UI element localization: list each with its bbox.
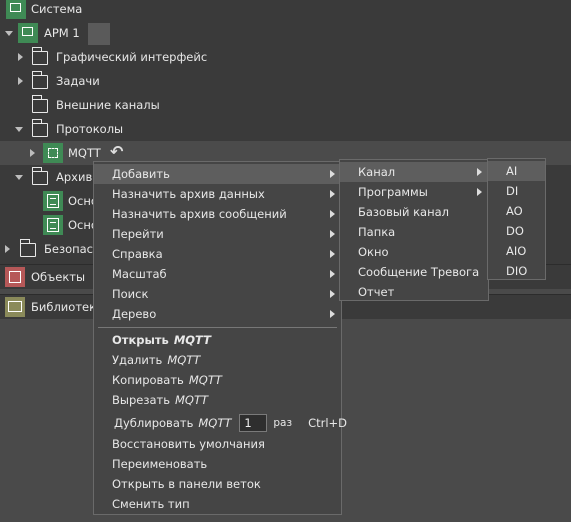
- mqtt-icon: [43, 143, 63, 163]
- duplicate-shortcut: Ctrl+D: [308, 416, 348, 430]
- channel-item-dio[interactable]: DIO: [488, 261, 545, 281]
- tree-label: Графический интерфейс: [56, 50, 208, 64]
- workstation-icon: [18, 23, 38, 43]
- submenu-arrow-icon: [477, 168, 482, 176]
- submenu-item-programs[interactable]: Программы: [340, 182, 488, 202]
- archive-icon: [43, 215, 63, 235]
- menu-item-copy[interactable]: Копировать MQTT: [94, 370, 341, 390]
- submenu-item-window[interactable]: Окно: [340, 242, 488, 262]
- load-arrow-icon[interactable]: [88, 23, 110, 45]
- expand-arrow-icon[interactable]: [5, 31, 13, 36]
- collapse-arrow-icon[interactable]: [18, 77, 23, 85]
- menu-item-assign-data-archive[interactable]: Назначить архив данных: [94, 184, 341, 204]
- folder-icon: [31, 167, 48, 185]
- submenu-arrow-icon: [330, 170, 335, 178]
- menu-item-open-in-branch-panel[interactable]: Открыть в панели веток: [94, 474, 341, 494]
- tree-label: АРМ 1: [44, 26, 80, 40]
- submenu-arrow-icon: [330, 250, 335, 258]
- menu-item-add[interactable]: Добавить: [94, 164, 341, 184]
- context-menu: Добавить Назначить архив данных Назначит…: [93, 161, 347, 515]
- menu-item-tree[interactable]: Дерево: [94, 304, 341, 324]
- folder-icon: [31, 47, 48, 65]
- menu-separator: [98, 327, 337, 328]
- menu-item-scale[interactable]: Масштаб: [94, 264, 341, 284]
- submenu-arrow-icon: [330, 290, 335, 298]
- channel-item-ai[interactable]: AI: [488, 161, 545, 181]
- libraries-icon: [5, 297, 25, 317]
- add-submenu: Канал Программы Базовый канал Папка Окно…: [339, 159, 489, 301]
- channel-submenu: AI DI AO DO AIO DIO: [487, 158, 546, 280]
- channel-item-do[interactable]: DO: [488, 221, 545, 241]
- archive-icon: [43, 191, 63, 211]
- submenu-item-base-channel[interactable]: Базовый канал: [340, 202, 488, 222]
- menu-item-open[interactable]: Открыть MQTT: [94, 330, 341, 350]
- duplicate-count-input[interactable]: [239, 414, 268, 432]
- submenu-arrow-icon: [330, 270, 335, 278]
- channel-item-ao[interactable]: AO: [488, 201, 545, 221]
- menu-item-help[interactable]: Справка: [94, 244, 341, 264]
- duplicate-unit: раз: [273, 417, 293, 429]
- menu-item-change-type[interactable]: Сменить тип: [94, 494, 341, 514]
- system-icon: [6, 0, 26, 19]
- undo-arrow-icon[interactable]: ↶: [110, 142, 123, 161]
- menu-item-search[interactable]: Поиск: [94, 284, 341, 304]
- menu-item-delete[interactable]: Удалить MQTT: [94, 350, 341, 370]
- submenu-arrow-icon: [330, 310, 335, 318]
- expand-arrow-icon[interactable]: [15, 175, 23, 180]
- menu-item-restore-defaults[interactable]: Восстановить умолчания: [94, 434, 341, 454]
- tree-label: MQTT: [68, 146, 101, 160]
- channel-item-di[interactable]: DI: [488, 181, 545, 201]
- submenu-item-alarm-message[interactable]: Сообщение Тревога: [340, 262, 488, 282]
- menu-item-goto[interactable]: Перейти: [94, 224, 341, 244]
- submenu-arrow-icon: [330, 230, 335, 238]
- tree-label: Протоколы: [56, 122, 124, 136]
- submenu-arrow-icon: [330, 190, 335, 198]
- submenu-arrow-icon: [477, 188, 482, 196]
- channel-item-aio[interactable]: AIO: [488, 241, 545, 261]
- collapse-arrow-icon[interactable]: [18, 53, 23, 61]
- tree-label: Внешние каналы: [56, 98, 160, 112]
- tree-label: Система: [31, 2, 83, 16]
- submenu-arrow-icon: [330, 210, 335, 218]
- submenu-item-folder[interactable]: Папка: [340, 222, 488, 242]
- expand-arrow-icon[interactable]: [15, 127, 23, 132]
- menu-item-cut[interactable]: Вырезать MQTT: [94, 390, 341, 410]
- submenu-item-report[interactable]: Отчет: [340, 282, 488, 302]
- collapse-arrow-icon[interactable]: [5, 245, 10, 253]
- objects-icon: [5, 267, 25, 287]
- tree-label: Задачи: [56, 74, 100, 88]
- collapse-arrow-icon[interactable]: [30, 149, 35, 157]
- panel-title: Объекты: [31, 270, 86, 284]
- submenu-item-channel[interactable]: Канал: [340, 162, 488, 182]
- folder-icon: [31, 119, 48, 137]
- menu-item-duplicate[interactable]: ДублироватьMQTT раз Ctrl+D: [94, 412, 347, 434]
- menu-item-rename[interactable]: Переименовать: [94, 454, 341, 474]
- folder-icon: [31, 71, 48, 89]
- folder-icon: [19, 239, 36, 257]
- folder-icon: [31, 95, 48, 113]
- menu-item-assign-message-archive[interactable]: Назначить архив сообщений: [94, 204, 341, 224]
